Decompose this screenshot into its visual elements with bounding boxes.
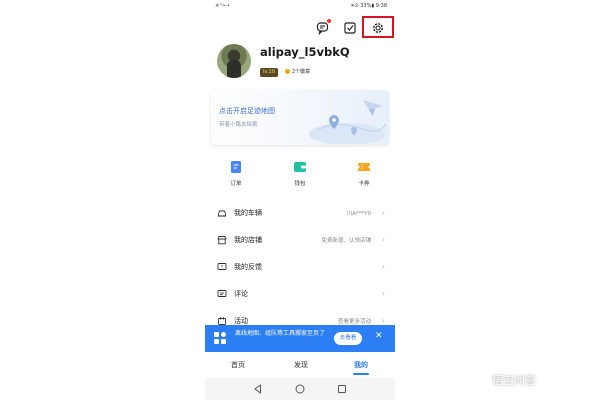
notification-dot: [327, 19, 331, 23]
username[interactable]: alipay_l5vbkQ: [260, 45, 350, 59]
menu-item-label: 评论: [234, 290, 248, 298]
watermark: 悟空问答: [492, 372, 536, 388]
status-bar-left: ✳ᴬ✁•: [215, 3, 231, 9]
quick-action-label: 订单: [230, 181, 242, 187]
order-icon: [231, 161, 241, 173]
quick-action-wallet[interactable]: 钱包: [280, 160, 320, 187]
menu-item-value: 免费新增、认领店铺: [321, 238, 371, 244]
back-icon[interactable]: [252, 383, 264, 395]
banner-go-button[interactable]: 去看看: [334, 332, 362, 345]
badges-count: 2个徽章: [292, 69, 311, 75]
apps-grid-icon: [214, 332, 226, 344]
promo-banner[interactable]: 离线地图、组队等工具搬家至页了 去看看 ✕: [205, 325, 395, 352]
coupon-icon: [358, 163, 370, 171]
footprint-map-card[interactable]: 点击开启足迹地图 带着小路去探索: [211, 90, 389, 145]
menu-item-shop[interactable]: 我的店铺 免费新增、认领店铺 ›: [205, 227, 395, 254]
message-icon[interactable]: [316, 19, 331, 36]
tab-discover[interactable]: 发现: [281, 360, 321, 370]
tab-home[interactable]: 首页: [218, 360, 258, 370]
menu-item-label: 我的车辆: [234, 209, 262, 217]
watermark-text: 悟空问答: [492, 374, 536, 387]
status-bar: ✳ᴬ✁• ✳⊙ 33%▮ 9:38: [205, 0, 395, 12]
chevron-right-icon: ›: [381, 289, 385, 298]
active-tab-indicator: [353, 373, 369, 375]
chevron-right-icon: ›: [381, 235, 385, 244]
tab-mine[interactable]: 我的: [341, 360, 381, 370]
shop-icon: [217, 236, 227, 245]
quick-action-label: 卡券: [358, 181, 370, 187]
quick-action-order[interactable]: 订单: [216, 160, 256, 187]
bottom-tab-bar: 首页 发现 我的: [205, 352, 395, 378]
level-badge[interactable]: lv.10: [260, 68, 278, 77]
feedback-icon: [217, 263, 227, 270]
checkin-icon[interactable]: [343, 20, 357, 34]
home-icon[interactable]: [294, 383, 306, 395]
close-icon[interactable]: ✕: [375, 331, 383, 341]
comment-icon: [217, 290, 227, 297]
medal-icon: [285, 69, 290, 74]
car-icon: [218, 210, 226, 217]
menu-item-value: 川A***Y0: [346, 211, 371, 217]
status-bar-right: ✳⊙ 33%▮ 9:38: [350, 3, 387, 9]
gear-icon[interactable]: [371, 20, 385, 34]
menu-item-label: 我的反馈: [234, 263, 262, 271]
system-nav-bar: [205, 378, 395, 400]
recent-apps-icon[interactable]: [336, 383, 348, 395]
phone-screen: ✳ᴬ✁• ✳⊙ 33%▮ 9:38 alipay_l5vbkQ lv.10 2个…: [205, 0, 395, 400]
badges-link[interactable]: 2个徽章: [285, 68, 310, 77]
menu-item-vehicle[interactable]: 我的车辆 川A***Y0 ›: [205, 200, 395, 227]
chevron-right-icon: ›: [381, 208, 385, 217]
menu-item-feedback[interactable]: 我的反馈 ›: [205, 254, 395, 281]
avatar[interactable]: [217, 44, 251, 78]
quick-action-label: 钱包: [294, 181, 306, 187]
wallet-icon: [294, 162, 306, 172]
map-card-subtitle: 带着小路去探索: [219, 122, 258, 128]
map-card-title: 点击开启足迹地图: [219, 107, 275, 115]
menu-item-label: 我的店铺: [234, 236, 262, 244]
map-illustration-icon: [309, 100, 386, 144]
menu-item-comment[interactable]: 评论 ›: [205, 281, 395, 308]
banner-text: 离线地图、组队等工具搬家至页了: [235, 330, 326, 337]
chevron-right-icon: ›: [381, 316, 385, 325]
quick-action-coupon[interactable]: 卡券: [344, 160, 384, 187]
menu-item-value: 查看更多活动: [337, 319, 371, 325]
chevron-right-icon: ›: [381, 262, 385, 271]
